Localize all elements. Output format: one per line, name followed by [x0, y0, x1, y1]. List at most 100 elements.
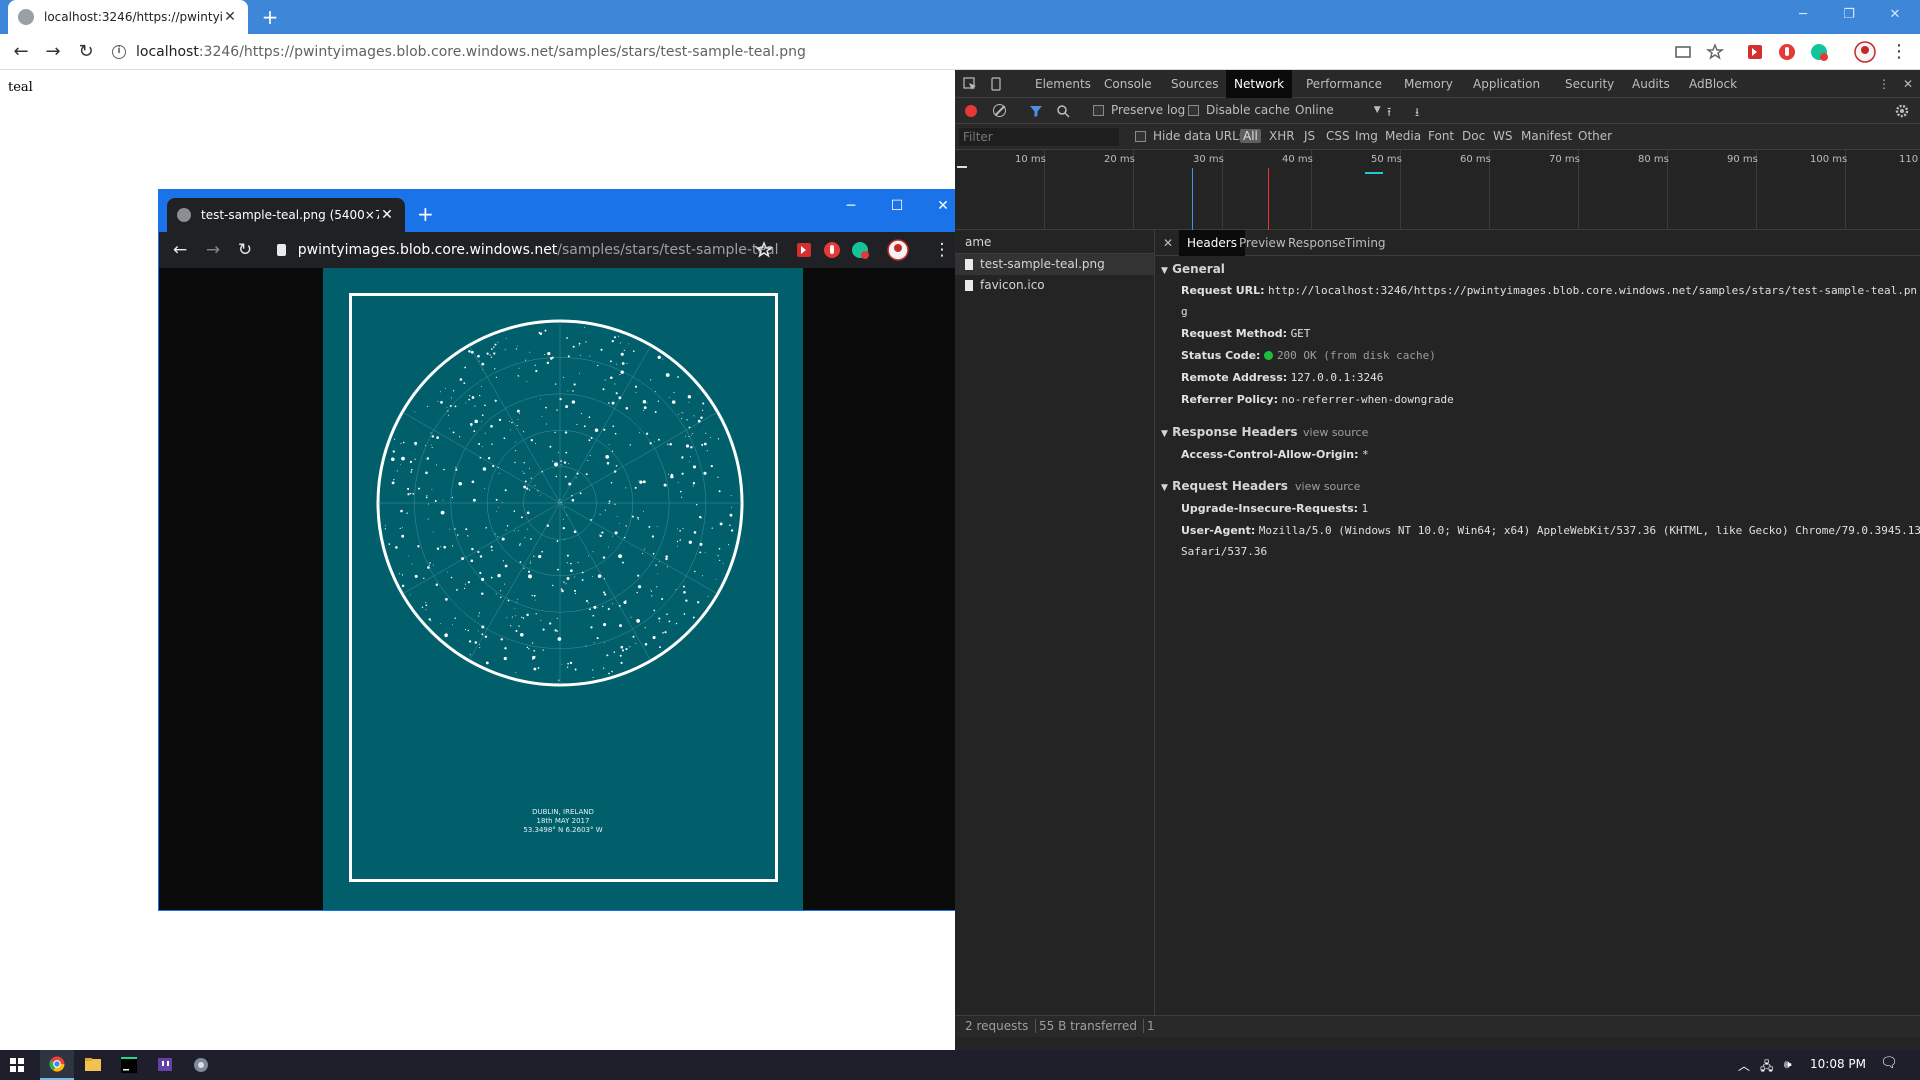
view-source-link[interactable]: view source	[1303, 426, 1368, 439]
response-headers-toggle[interactable]: ▼ Response Headers	[1161, 425, 1298, 439]
chrome-taskbar-icon[interactable]	[40, 1050, 74, 1080]
forward-button[interactable]: →	[202, 239, 224, 261]
filter-js[interactable]: JS	[1304, 129, 1315, 143]
device-toolbar-icon[interactable]	[989, 77, 1003, 91]
network-icon[interactable]: 🖧	[1760, 1057, 1773, 1078]
minimize-button[interactable]: ─	[1780, 0, 1826, 30]
tab-performance[interactable]: Performance	[1298, 70, 1390, 98]
filter-manifest[interactable]: Manifest	[1521, 129, 1572, 143]
view-source-link[interactable]: view source	[1295, 480, 1360, 493]
filter-media[interactable]: Media	[1385, 129, 1421, 143]
throttle-select[interactable]: Online ▼	[1295, 103, 1381, 117]
chrome-menu-icon[interactable]: ⋮	[931, 239, 953, 261]
filter-img[interactable]: Img	[1355, 129, 1378, 143]
extension-hand-icon[interactable]	[823, 241, 841, 259]
tab-close-icon[interactable]: ✕	[222, 9, 238, 25]
extension-hand-icon[interactable]	[1778, 43, 1796, 61]
filter-font[interactable]: Font	[1428, 129, 1454, 143]
extension-red-icon[interactable]	[1746, 43, 1764, 61]
cast-icon[interactable]	[1674, 43, 1692, 61]
restore-button[interactable]: ❐	[1826, 0, 1872, 30]
close-window-button[interactable]: ✕	[1872, 0, 1918, 30]
export-har-icon[interactable]: ⭳	[1415, 103, 1419, 124]
record-icon[interactable]	[965, 105, 977, 117]
devtools-close-icon[interactable]: ✕	[1895, 70, 1920, 98]
import-har-icon[interactable]: ⭱	[1387, 103, 1391, 124]
star-dot	[532, 655, 536, 660]
tab-timing[interactable]: Timing	[1337, 230, 1394, 256]
tab-adblock[interactable]: AdBlock	[1681, 70, 1745, 98]
bookmark-star-icon[interactable]	[1706, 43, 1724, 61]
tab-network[interactable]: Network	[1226, 70, 1293, 98]
windows-start-icon[interactable]	[0, 1050, 34, 1080]
filter-all[interactable]: All	[1240, 129, 1261, 143]
file-explorer-icon[interactable]	[76, 1050, 110, 1080]
reload-button[interactable]: ↻	[234, 239, 256, 261]
list-item[interactable]: favicon.ico	[955, 275, 1154, 296]
general-section-toggle[interactable]: ▼ General	[1161, 262, 1225, 276]
filter-doc[interactable]: Doc	[1462, 129, 1485, 143]
filter-ws[interactable]: WS	[1493, 129, 1512, 143]
tab-security[interactable]: Security	[1557, 70, 1622, 98]
avatar[interactable]	[1854, 41, 1876, 63]
filter-input[interactable]: Filter	[959, 128, 1119, 146]
filter-other[interactable]: Other	[1578, 129, 1612, 143]
disable-cache-checkbox[interactable]: Disable cache	[1188, 103, 1290, 117]
notifications-icon[interactable]: 🗨	[1880, 1055, 1898, 1071]
chrome-menu-icon[interactable]: ⋮	[1888, 41, 1910, 63]
star-dot	[501, 502, 503, 503]
clear-icon[interactable]	[993, 104, 1006, 117]
chevron-up-icon[interactable]: ︿	[1738, 1057, 1750, 1074]
tab-sources[interactable]: Sources	[1163, 70, 1226, 98]
new-tab-button[interactable]: +	[256, 4, 284, 30]
tab-close-icon[interactable]: ✕	[379, 207, 395, 223]
filter-icon[interactable]	[1029, 104, 1043, 118]
request-headers-toggle[interactable]: ▼ Request Headers	[1161, 479, 1288, 493]
star-map-poster[interactable]: DUBLIN, IRELAND 18th MAY 2017 53.3498° N…	[323, 268, 803, 910]
inner-address-bar[interactable]: pwintyimages.blob.core.windows.net/sampl…	[269, 237, 779, 263]
info-icon[interactable]: i	[112, 45, 126, 59]
forward-button[interactable]: →	[42, 41, 64, 63]
outer-tab[interactable]: localhost:3246/https://pwintyimages.blob…	[8, 0, 248, 34]
star-dot	[567, 355, 570, 358]
inspect-element-icon[interactable]	[963, 77, 977, 91]
inner-tab[interactable]: test-sample-teal.png (5400×7200) ✕	[167, 198, 405, 232]
back-button[interactable]: ←	[10, 41, 32, 63]
maximize-button[interactable]: ☐	[877, 194, 917, 218]
hide-data-urls-checkbox[interactable]: Hide data URLs	[1135, 129, 1245, 143]
minimize-button[interactable]: ─	[831, 194, 871, 218]
volume-icon[interactable]: 🕪	[1784, 1057, 1792, 1072]
bookmark-star-icon[interactable]	[755, 241, 773, 259]
search-icon[interactable]	[1056, 104, 1070, 118]
address-bar[interactable]: i localhost:3246/https://pwintyimages.bl…	[112, 39, 1662, 65]
tab-application[interactable]: Application	[1465, 70, 1548, 98]
list-item[interactable]: test-sample-teal.png	[955, 254, 1154, 275]
gear-icon[interactable]	[1895, 104, 1909, 118]
tab-memory[interactable]: Memory	[1396, 70, 1461, 98]
tab-audits[interactable]: Audits	[1624, 70, 1678, 98]
star-dot	[572, 390, 574, 392]
devtools-menu-icon[interactable]: ⋮	[1870, 70, 1898, 98]
clock[interactable]: 10:08 PM	[1810, 1057, 1866, 1071]
extension-grammar-icon[interactable]	[851, 241, 869, 259]
tab-elements[interactable]: Elements	[1027, 70, 1099, 98]
twitch-icon[interactable]	[148, 1050, 182, 1080]
back-button[interactable]: ←	[169, 239, 191, 261]
extension-grammar-icon[interactable]	[1810, 43, 1828, 61]
tab-console[interactable]: Console	[1096, 70, 1160, 98]
preserve-log-checkbox[interactable]: Preserve log	[1093, 103, 1185, 117]
name-column-header[interactable]: ame	[955, 230, 1154, 254]
extension-red-icon[interactable]	[795, 241, 813, 259]
network-timeline[interactable]: 10 ms 20 ms 30 ms 40 ms 50 ms 60 ms 70 m…	[955, 150, 1920, 230]
avatar[interactable]	[887, 239, 909, 261]
close-detail-icon[interactable]: ✕	[1155, 230, 1181, 256]
new-tab-button[interactable]: +	[417, 204, 434, 224]
star-dot	[604, 379, 606, 381]
reload-button[interactable]: ↻	[75, 41, 97, 63]
pycharm-icon[interactable]	[112, 1050, 146, 1080]
app-icon[interactable]	[184, 1050, 218, 1080]
status-trailing: 1	[1147, 1019, 1155, 1033]
filter-xhr[interactable]: XHR	[1269, 129, 1295, 143]
filter-css[interactable]: CSS	[1326, 129, 1350, 143]
lock-icon[interactable]	[277, 244, 286, 256]
